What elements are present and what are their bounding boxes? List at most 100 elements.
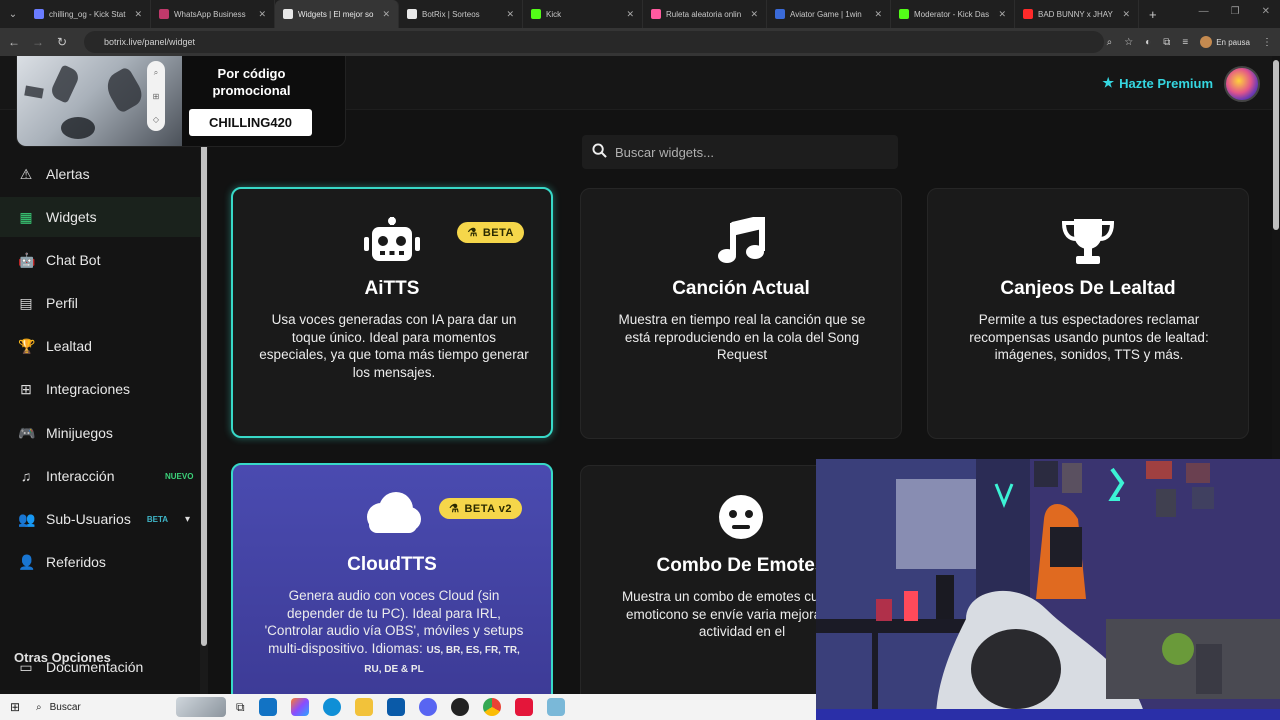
widget-card-canjeos-de-lealtad[interactable]: Canjeos De Lealtad Permite a tus especta… [927,188,1249,439]
notepad-app-icon[interactable] [546,698,565,716]
obs-app-icon[interactable] [450,698,469,716]
window-controls: — ❐ ✕ [1199,6,1270,17]
tab-close-icon[interactable]: ✕ [382,9,390,20]
sidebar-item-label: Widgets [46,209,97,225]
premium-label: Hazte Premium [1119,75,1213,91]
tab-close-icon[interactable]: ✕ [874,9,882,20]
page-scroll-thumb[interactable] [1273,60,1279,230]
sidebar-item-minijuegos[interactable]: 🎮 Minijuegos [0,413,200,453]
chrome-app-icon[interactable] [482,698,501,716]
tab-close-icon[interactable]: ✕ [998,9,1006,20]
page-scrollbar[interactable] [1272,56,1280,459]
browser-tab[interactable]: chilling_og - Kick Stat ✕ [26,0,151,28]
bookmark-star-icon[interactable]: ☆ [1124,37,1133,48]
card-title: Canjeos De Lealtad [1000,278,1176,299]
sidebar-item-interacci-n[interactable]: ♫ Interacción NUEVO [0,456,200,496]
sidebar-item-widgets[interactable]: ▦ Widgets [0,197,200,237]
tab-favicon-icon [531,9,541,19]
browser-tab[interactable]: Ruleta aleatoria onlin ✕ [643,0,767,28]
card-description: Muestra en tiempo real la canción que se… [618,312,866,362]
sidebar-item-sub-usuarios[interactable]: 👥 Sub-Usuarios BETA ▾ [0,499,200,539]
media-icon[interactable]: ≡ [1182,37,1188,48]
discord-app-icon[interactable] [418,698,437,716]
music-note-icon [581,217,901,265]
widget-search-box [582,135,898,169]
browser-tab[interactable]: Moderator - Kick Das ✕ [891,0,1015,28]
card-title: CloudTTS [347,554,437,575]
tab-close-icon[interactable]: ✕ [134,9,142,20]
taskbar-search[interactable]: ⌕ Buscar [30,697,226,717]
sidebar-item-label: Referidos [46,554,106,570]
promo-code-overlay: ⌕ ⊞ ◇ Por código promocional CHILLING420 [16,56,346,147]
tab-label: BotRix | Sorteos [422,9,480,19]
extension-icon[interactable]: ◐ [1145,37,1151,48]
search-highlight-image [176,697,226,717]
tab-search-menu-icon[interactable]: ⌄ [0,0,26,28]
edge-app-icon[interactable] [322,698,341,716]
browser-tab[interactable]: BotRix | Sorteos ✕ [399,0,523,28]
minimize-icon[interactable]: — [1199,6,1209,17]
profile-pause-chip[interactable]: En pausa [1200,36,1250,48]
star-icon: ★ [1102,75,1115,90]
search-icon: ⌕ [153,68,159,77]
widget-card-cancion-actual[interactable]: Canción Actual Muestra en tiempo real la… [580,188,902,439]
sidebar: Otras Opciones ⚠ Alertas ▦ Widgets 🤖 Chat Bot… [0,110,200,694]
back-icon[interactable]: ← [2,35,26,49]
tab-favicon-icon [283,9,293,19]
id-card-icon: ▤ [19,294,33,311]
card-description: Genera audio con voces Cloud (sin depend… [259,587,529,679]
browser-tab[interactable]: Aviator Game | 1win ✕ [767,0,891,28]
tab-close-icon[interactable]: ✕ [258,9,266,20]
zoom-icon[interactable]: ⌕ [1107,37,1113,48]
sidebar-scroll-thumb[interactable] [201,116,207,646]
tab-close-icon[interactable]: ✕ [1122,9,1130,20]
user-avatar[interactable] [1224,66,1260,102]
card-description: Usa voces generadas con IA para dar un t… [259,312,529,380]
tab-label: Kick [546,9,562,19]
sidebar-item-referidos[interactable]: 👤 Referidos [0,542,200,582]
search-input[interactable] [615,144,885,160]
webcam-overlay [816,459,1280,720]
close-window-icon[interactable]: ✕ [1262,6,1270,17]
new-tab-button[interactable]: + [1139,7,1167,22]
premium-link[interactable]: ★ Hazte Premium [1102,75,1213,91]
streamlabs-app-icon[interactable] [514,698,533,716]
copilot-app-icon[interactable] [290,698,309,716]
tab-close-icon[interactable]: ✕ [626,9,634,20]
puzzle-icon[interactable]: ⧉ [1163,37,1170,48]
widget-card-aitts[interactable]: ⚗ BETA AiTTS Usa voces generadas con IA p… [231,187,553,438]
file-explorer-icon[interactable] [354,698,373,716]
tab-close-icon[interactable]: ✕ [506,9,514,20]
browser-menu-icon[interactable]: ⋮ [1262,37,1272,48]
windows-start-icon[interactable]: ⊞ [0,700,30,714]
restore-icon[interactable]: ❐ [1231,6,1240,17]
sidebar-item-documentaci-n[interactable]: ▭ Documentación [0,647,200,687]
browser-tab[interactable]: Kick ✕ [523,0,643,28]
beta-badge-label: BETA v2 [464,502,512,515]
url-field[interactable]: botrix.live/panel/widget [84,31,1104,53]
sidebar-item-integraciones[interactable]: ⊞ Integraciones [0,369,200,409]
sidebar-item-perfil[interactable]: ▤ Perfil [0,283,200,323]
sidebar-item-alertas[interactable]: ⚠ Alertas [0,154,200,194]
chevron-down-icon[interactable]: ▾ [185,514,190,525]
widget-card-cloudtts[interactable]: ⚗ BETA v2 CloudTTS Genera audio con voces… [231,463,553,694]
browser-tab[interactable]: Widgets | El mejor so ✕ [275,0,399,28]
browser-tab-strip: ⌄ chilling_og - Kick Stat ✕ WhatsApp Busin… [0,0,1280,28]
sidebar-item-lealtad[interactable]: 🏆 Lealtad [0,326,200,366]
sidebar-item-chat-bot[interactable]: 🤖 Chat Bot [0,240,200,280]
beta-badge: ⚗ BETA [457,222,524,243]
browser-tab[interactable]: BAD BUNNY x JHAY ✕ [1015,0,1139,28]
mail-app-icon[interactable] [386,698,405,716]
forward-icon[interactable]: → [26,35,50,49]
store-app-icon[interactable] [258,698,277,716]
tab-close-icon[interactable]: ✕ [750,9,758,20]
browser-tab[interactable]: WhatsApp Business ✕ [151,0,275,28]
tab-favicon-icon [407,9,417,19]
sidebar-item-label: Documentación [46,659,144,675]
card-title: Canción Actual [672,278,810,299]
sidebar-scrollbar[interactable] [200,110,208,694]
tab-favicon-icon [159,9,169,19]
reload-icon[interactable]: ↻ [50,35,74,49]
task-view-icon[interactable]: ⧉ [236,700,245,715]
beta-badge: BETA [146,514,169,524]
